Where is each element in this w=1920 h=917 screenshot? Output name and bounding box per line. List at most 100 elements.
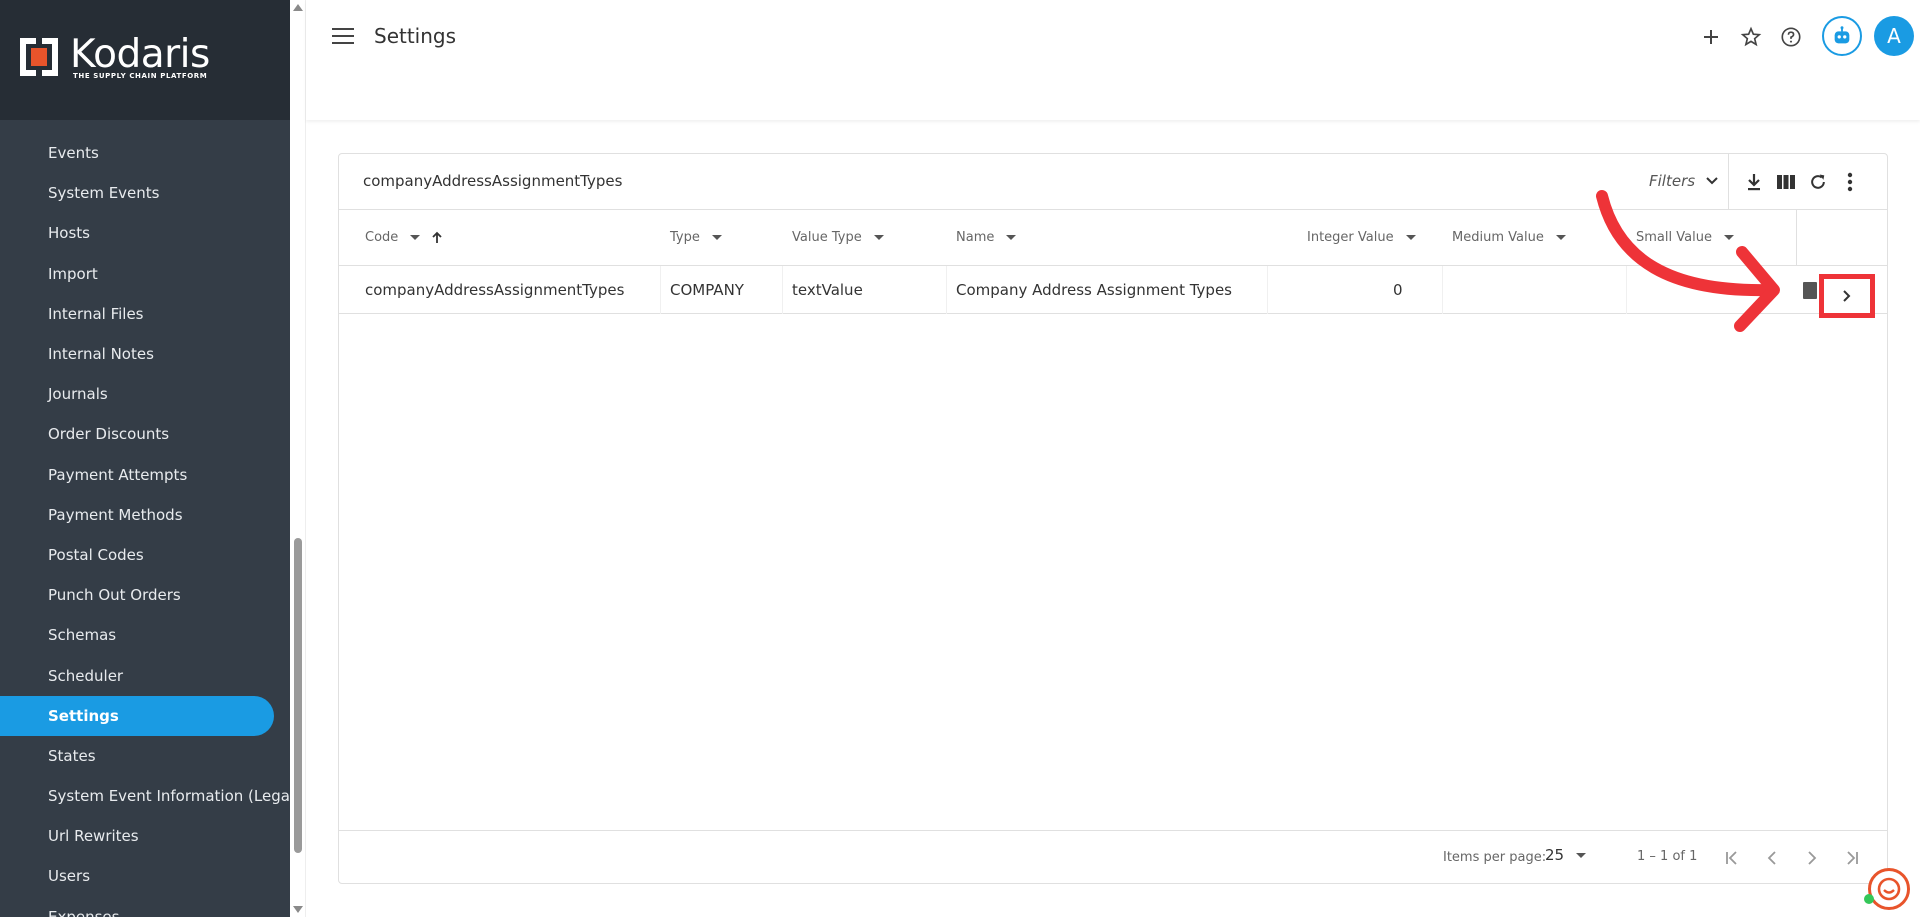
cell-code: companyAddressAssignmentTypes xyxy=(365,281,625,299)
page-title: Settings xyxy=(374,24,457,48)
cell-value-type: textValue xyxy=(792,281,863,299)
toolbar-divider xyxy=(1728,154,1729,210)
cell-divider xyxy=(782,266,783,314)
sidebar-item-url-rewrites[interactable]: Url Rewrites xyxy=(0,816,290,856)
delete-icon[interactable] xyxy=(1803,282,1817,299)
sidebar-item-users[interactable]: Users xyxy=(0,856,290,896)
column-label: Medium Value xyxy=(1452,230,1544,245)
cell-divider xyxy=(660,266,661,314)
sidebar-item-payment-attempts[interactable]: Payment Attempts xyxy=(0,455,290,495)
items-per-page-select[interactable]: 25 xyxy=(1545,846,1587,864)
sidebar-item-import[interactable]: Import xyxy=(0,254,290,294)
column-header-name[interactable]: Name xyxy=(956,230,1017,245)
sidebar: Kodaris THE SUPPLY CHAIN PLATFORM Events… xyxy=(0,0,290,917)
settings-table-card: companyAddressAssignmentTypes Filters Co… xyxy=(338,153,1888,884)
table-header: Code Type Value Type Name Integer Value … xyxy=(339,210,1887,266)
column-label: Code xyxy=(365,230,399,245)
chat-widget-icon[interactable] xyxy=(1868,868,1910,910)
select-caret-icon xyxy=(1576,852,1587,858)
sidebar-item-internal-notes[interactable]: Internal Notes xyxy=(0,334,290,374)
table-row[interactable]: companyAddressAssignmentTypes COMPANY te… xyxy=(339,266,1887,318)
column-label: Small Value xyxy=(1636,230,1712,245)
sidebar-item-payment-methods[interactable]: Payment Methods xyxy=(0,495,290,535)
scroll-down-arrow-icon[interactable] xyxy=(293,906,303,913)
avatar[interactable]: A xyxy=(1874,16,1914,56)
sort-caret-icon xyxy=(410,235,421,240)
sidebar-item-postal-codes[interactable]: Postal Codes xyxy=(0,535,290,575)
last-page-icon[interactable] xyxy=(1837,843,1867,873)
column-label: Type xyxy=(670,230,700,245)
column-header-integer-value[interactable]: Integer Value xyxy=(1307,230,1416,245)
sidebar-item-order-discounts[interactable]: Order Discounts xyxy=(0,414,290,454)
robot-assistant-button[interactable] xyxy=(1822,16,1862,56)
sidebar-item-events[interactable]: Events xyxy=(0,133,290,173)
star-icon[interactable] xyxy=(1738,24,1764,50)
sort-ascending-icon xyxy=(432,231,442,243)
chevron-down-icon xyxy=(1706,177,1718,185)
refresh-icon[interactable] xyxy=(1806,170,1830,194)
column-header-value-type[interactable]: Value Type xyxy=(792,230,884,245)
column-header-medium-value[interactable]: Medium Value xyxy=(1452,230,1566,245)
filters-dropdown[interactable]: Filters xyxy=(1649,172,1719,190)
table-toolbar: companyAddressAssignmentTypes Filters xyxy=(339,154,1887,210)
more-vert-icon[interactable] xyxy=(1838,170,1862,194)
online-status-dot xyxy=(1864,894,1874,904)
column-label: Name xyxy=(956,230,995,245)
logo-name: Kodaris xyxy=(70,32,210,77)
column-label: Integer Value xyxy=(1307,230,1394,245)
columns-icon[interactable] xyxy=(1774,170,1798,194)
sidebar-nav: Events System Events Hosts Import Intern… xyxy=(0,133,290,917)
sidebar-item-schemas[interactable]: Schemas xyxy=(0,615,290,655)
sort-caret-icon xyxy=(1405,235,1416,240)
menu-icon[interactable] xyxy=(332,28,354,46)
scroll-thumb[interactable] xyxy=(294,538,302,853)
cell-divider xyxy=(1442,266,1443,314)
download-icon[interactable] xyxy=(1742,170,1766,194)
next-page-icon[interactable] xyxy=(1797,843,1827,873)
scroll-up-arrow-icon[interactable] xyxy=(293,4,303,11)
cell-divider xyxy=(1626,266,1627,314)
column-header-code[interactable]: Code xyxy=(365,230,444,245)
sidebar-item-system-event-information[interactable]: System Event Information (Legacy) xyxy=(0,776,290,816)
items-per-page-value: 25 xyxy=(1545,846,1565,864)
sidebar-scrollbar[interactable] xyxy=(290,0,306,917)
sidebar-item-internal-files[interactable]: Internal Files xyxy=(0,294,290,334)
column-header-type[interactable]: Type xyxy=(670,230,722,245)
sidebar-item-states[interactable]: States xyxy=(0,736,290,776)
header-divider xyxy=(1796,210,1797,266)
page-range-label: 1 – 1 of 1 xyxy=(1637,849,1698,864)
sidebar-item-system-events[interactable]: System Events xyxy=(0,173,290,213)
help-icon[interactable] xyxy=(1778,24,1804,50)
robot-icon xyxy=(1834,26,1850,44)
sidebar-item-scheduler[interactable]: Scheduler xyxy=(0,655,290,695)
cell-integer-value: 0 xyxy=(1393,281,1403,299)
open-row-button[interactable] xyxy=(1819,274,1875,318)
cell-divider xyxy=(1267,266,1268,314)
top-header: Settings A xyxy=(306,0,1920,120)
table-title: companyAddressAssignmentTypes xyxy=(363,172,623,190)
column-header-small-value[interactable]: Small Value xyxy=(1636,230,1734,245)
sidebar-item-expenses[interactable]: Expenses xyxy=(0,897,290,917)
sort-caret-icon xyxy=(1723,235,1734,240)
chevron-right-icon xyxy=(1843,290,1851,302)
sort-caret-icon xyxy=(1555,235,1566,240)
sort-caret-icon xyxy=(1006,235,1017,240)
cell-divider xyxy=(946,266,947,314)
first-page-icon[interactable] xyxy=(1717,843,1747,873)
plus-icon[interactable] xyxy=(1698,24,1724,50)
sidebar-item-punch-out-orders[interactable]: Punch Out Orders xyxy=(0,575,290,615)
column-label: Value Type xyxy=(792,230,862,245)
items-per-page-label: Items per page: xyxy=(1443,850,1547,865)
sort-caret-icon xyxy=(873,235,884,240)
filters-label: Filters xyxy=(1649,172,1696,190)
sidebar-item-hosts[interactable]: Hosts xyxy=(0,213,290,253)
sidebar-item-journals[interactable]: Journals xyxy=(0,374,290,414)
cell-type: COMPANY xyxy=(670,281,744,299)
table-paginator: Items per page: 25 1 – 1 of 1 xyxy=(339,830,1887,884)
sort-caret-icon xyxy=(711,235,722,240)
sidebar-item-settings[interactable]: Settings xyxy=(0,695,274,736)
cell-name: Company Address Assignment Types xyxy=(956,281,1232,299)
logo-area: Kodaris THE SUPPLY CHAIN PLATFORM xyxy=(0,0,290,120)
previous-page-icon[interactable] xyxy=(1757,843,1787,873)
logo-tagline: THE SUPPLY CHAIN PLATFORM xyxy=(73,72,208,80)
